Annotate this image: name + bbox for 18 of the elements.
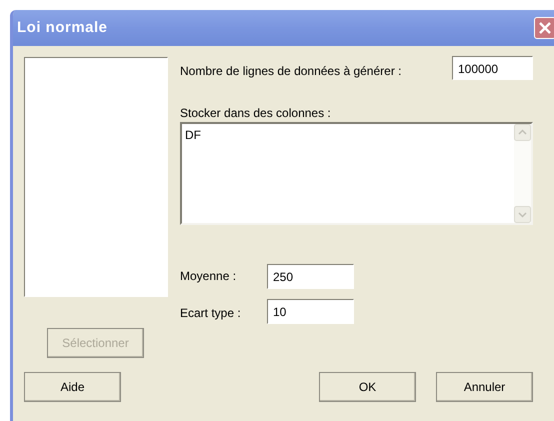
mean-label: Moyenne : [180, 268, 238, 285]
cancel-button[interactable]: Annuler [436, 372, 533, 402]
close-button[interactable] [534, 17, 554, 39]
help-button[interactable]: Aide [24, 372, 121, 402]
sd-label: Ecart type : [180, 305, 242, 322]
columns-label: Stocker dans des colonnes : [180, 105, 332, 122]
mean-input[interactable]: 250 [267, 264, 354, 289]
close-icon [538, 21, 552, 35]
scroll-up-icon[interactable] [514, 124, 531, 141]
rows-label: Nombre de lignes de données à générer : [180, 63, 402, 80]
window-title: Loi normale [17, 18, 108, 38]
columns-textarea[interactable]: DF [180, 122, 533, 225]
rows-input[interactable]: 100000 [452, 56, 533, 80]
ok-button[interactable]: OK [319, 372, 416, 402]
variable-list[interactable] [24, 57, 168, 297]
columns-value[interactable]: DF [182, 124, 514, 144]
sd-input[interactable]: 10 [267, 299, 354, 324]
scroll-down-icon[interactable] [514, 206, 531, 223]
